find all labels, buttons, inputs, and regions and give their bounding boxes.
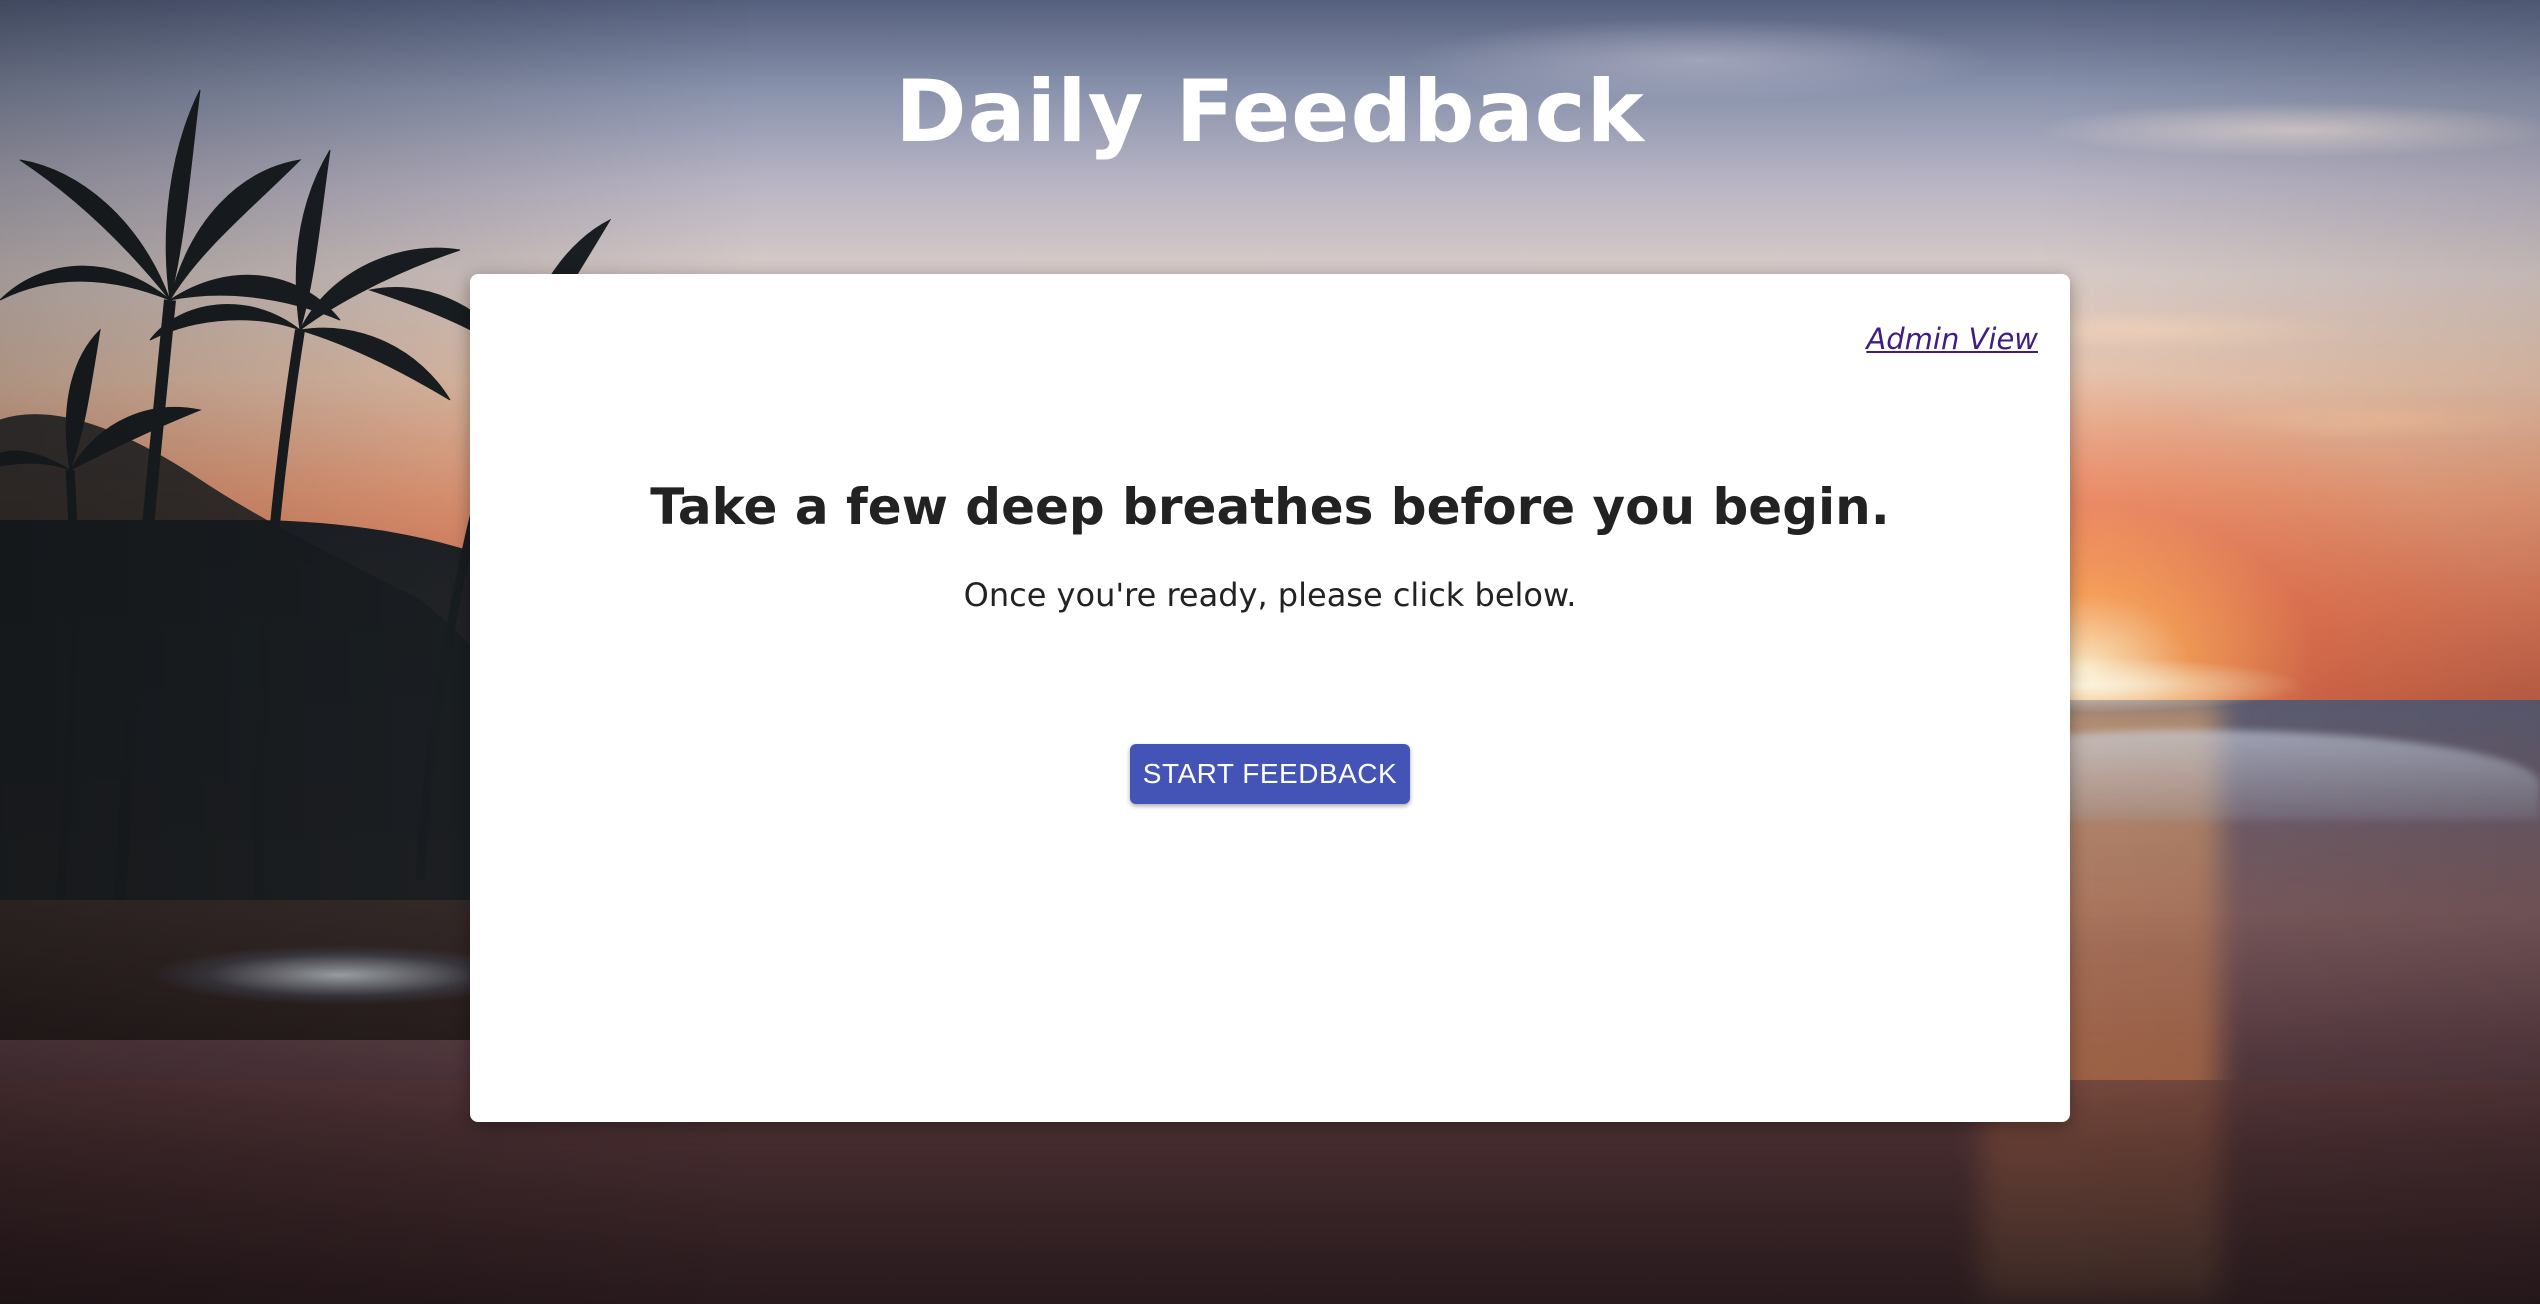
card-headline: Take a few deep breathes before you begi…	[650, 478, 1890, 536]
feedback-card: Admin View Take a few deep breathes befo…	[470, 274, 2070, 1122]
card-subline: Once you're ready, please click below.	[963, 576, 1577, 614]
start-feedback-button[interactable]: START FEEDBACK	[1130, 744, 1410, 804]
admin-view-link[interactable]: Admin View	[1866, 322, 2038, 356]
page-title: Daily Feedback	[895, 62, 1645, 162]
